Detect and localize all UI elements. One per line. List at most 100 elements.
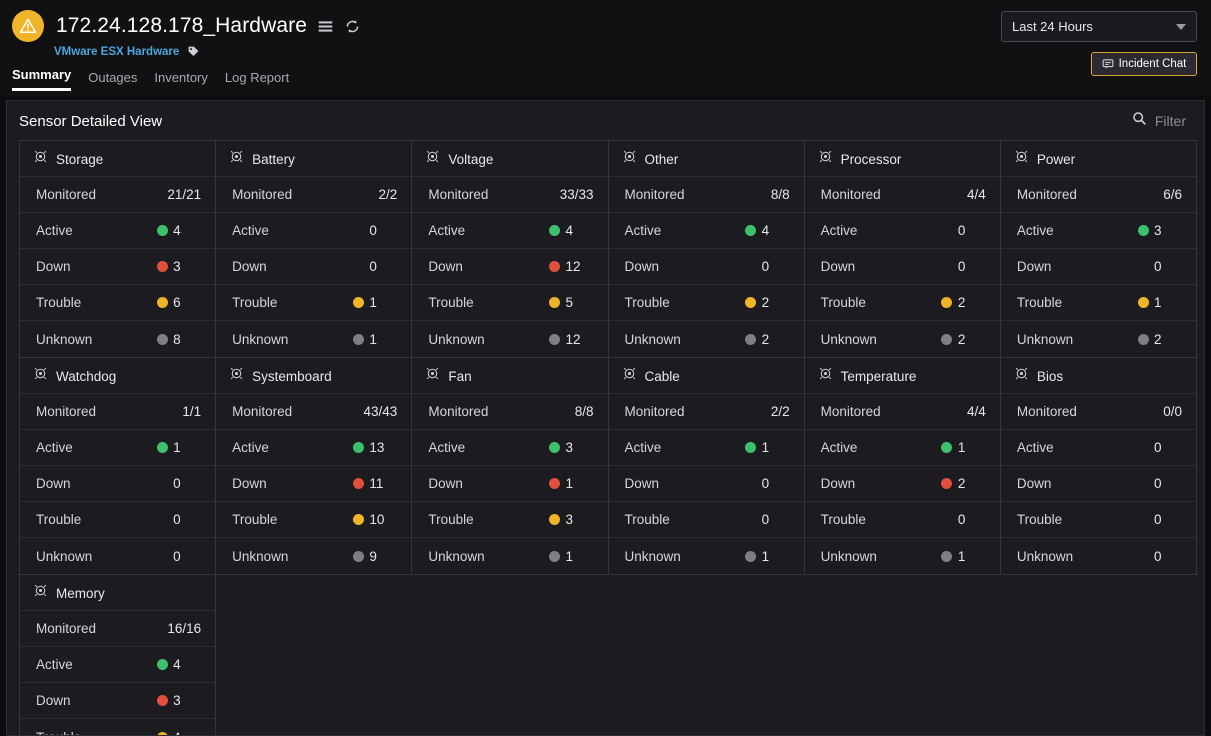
sensor-row-label: Trouble	[1017, 512, 1132, 527]
sensor-row-value: 4/4	[967, 187, 986, 202]
sensor-row-label: Monitored	[232, 404, 363, 419]
sensor-card-title: Cable	[645, 369, 680, 384]
sensor-card-fan[interactable]: Fan Monitored8/8Active3Down1Trouble3Unkn…	[412, 358, 608, 575]
sensor-icon	[230, 150, 243, 168]
sensor-card-title: Fan	[448, 369, 471, 384]
sensor-row-down: Down0	[20, 466, 215, 502]
sensor-row-value: 6	[173, 295, 181, 310]
sensor-row-value: 1	[958, 440, 966, 455]
refresh-icon[interactable]	[344, 18, 361, 35]
sensor-row-unknown: Unknown1	[412, 538, 607, 574]
sensor-row-value: 2	[1154, 332, 1162, 347]
sensor-card-power[interactable]: Power Monitored6/6Active3Down0Trouble1Un…	[1001, 141, 1197, 358]
sensor-row-value: 13	[369, 440, 384, 455]
sensor-row-down: Down1	[412, 466, 607, 502]
sensor-card-storage[interactable]: Storage Monitored21/21Active4Down3Troubl…	[20, 141, 216, 358]
filter-input[interactable]: Filter	[1132, 111, 1186, 131]
sensor-card-body: Monitored8/8Active3Down1Trouble3Unknown1	[412, 394, 607, 574]
sensor-card-memory[interactable]: Memory Monitored16/16Active4Down3Trouble…	[20, 575, 216, 736]
sensor-card-header: Cable	[609, 358, 804, 394]
tab-summary[interactable]: Summary	[12, 67, 71, 91]
sensor-row-value: 1	[762, 549, 770, 564]
sensor-row-monitored: Monitored2/2	[216, 177, 411, 213]
sensor-card-cable[interactable]: Cable Monitored2/2Active1Down0Trouble0Un…	[609, 358, 805, 575]
sensor-row-trouble: Trouble1	[216, 285, 411, 321]
status-dot-unknown	[1138, 334, 1149, 345]
incident-chat-button[interactable]: Incident Chat	[1091, 52, 1197, 76]
node-type-link[interactable]: VMware ESX Hardware	[54, 46, 179, 58]
status-dot-unknown	[745, 334, 756, 345]
status-dot-unknown	[941, 334, 952, 345]
sensor-row-value: 0	[369, 223, 377, 238]
sensor-row-label: Trouble	[1017, 295, 1132, 310]
status-dot-active	[353, 442, 364, 453]
sensor-row-value: 33/33	[560, 187, 594, 202]
status-dot-active	[549, 225, 560, 236]
sensor-row-active: Active0	[216, 213, 411, 249]
sensor-card-body: Monitored16/16Active4Down3Trouble4	[20, 611, 215, 736]
sensor-row-unknown: Unknown8	[20, 321, 215, 357]
sensor-card-title: Bios	[1037, 369, 1063, 384]
sensor-row-active: Active1	[20, 430, 215, 466]
sensor-row-value: 6/6	[1163, 187, 1182, 202]
status-dot-trouble	[157, 297, 168, 308]
sensor-card-battery[interactable]: Battery Monitored2/2Active0Down0Trouble1…	[216, 141, 412, 358]
sensor-card-systemboard[interactable]: Systemboard Monitored43/43Active13Down11…	[216, 358, 412, 575]
sensor-card-watchdog[interactable]: Watchdog Monitored1/1Active1Down0Trouble…	[20, 358, 216, 575]
sensor-card-body: Monitored8/8Active4Down0Trouble2Unknown2	[609, 177, 804, 357]
sensor-row-trouble: Trouble0	[609, 502, 804, 538]
sensor-icon	[1015, 150, 1028, 168]
hamburger-menu-icon[interactable]	[317, 18, 334, 35]
sensor-row-label: Active	[232, 440, 347, 455]
sensor-row-label: Active	[36, 223, 151, 238]
tab-inventory[interactable]: Inventory	[154, 70, 207, 91]
sensor-row-active: Active3	[1001, 213, 1196, 249]
sensor-row-label: Unknown	[428, 549, 543, 564]
sensor-row-trouble: Trouble0	[805, 502, 1000, 538]
sensor-row-label: Unknown	[1017, 332, 1132, 347]
sensor-row-active: Active4	[20, 647, 215, 683]
status-dot-active	[157, 442, 168, 453]
sensor-row-unknown: Unknown9	[216, 538, 411, 574]
sensor-card-temperature[interactable]: Temperature Monitored4/4Active1Down2Trou…	[805, 358, 1001, 575]
sensor-icon	[34, 367, 47, 385]
sensor-row-monitored: Monitored2/2	[609, 394, 804, 430]
sensor-row-active: Active3	[412, 430, 607, 466]
sensor-row-trouble: Trouble3	[412, 502, 607, 538]
sensor-row-value: 16/16	[167, 621, 201, 636]
status-dot-active	[549, 442, 560, 453]
sensor-card-body: Monitored1/1Active1Down0Trouble0Unknown0	[20, 394, 215, 574]
sensor-row-label: Down	[1017, 259, 1132, 274]
sensor-card-other[interactable]: Other Monitored8/8Active4Down0Trouble2Un…	[609, 141, 805, 358]
tab-outages[interactable]: Outages	[88, 70, 137, 91]
sensor-row-value: 0	[1154, 549, 1162, 564]
sensor-row-label: Trouble	[36, 730, 151, 736]
filter-placeholder: Filter	[1155, 113, 1186, 129]
sensor-card-voltage[interactable]: Voltage Monitored33/33Active4Down12Troub…	[412, 141, 608, 358]
sensor-row-trouble: Trouble1	[1001, 285, 1196, 321]
panel-title: Sensor Detailed View	[19, 113, 162, 130]
sensor-row-value: 0	[762, 512, 770, 527]
tag-icon[interactable]	[187, 45, 200, 58]
sensor-row-value: 0	[1154, 476, 1162, 491]
sensor-row-value: 10	[369, 512, 384, 527]
sensor-row-label: Unknown	[1017, 549, 1132, 564]
sensor-row-value: 2/2	[379, 187, 398, 202]
sensor-card-body: Monitored4/4Active0Down0Trouble2Unknown2	[805, 177, 1000, 357]
sensor-row-label: Active	[1017, 223, 1132, 238]
status-dot-trouble	[353, 297, 364, 308]
sensor-row-value: 4	[762, 223, 770, 238]
sensor-row-value: 0	[958, 223, 966, 238]
sensor-row-value: 1	[958, 549, 966, 564]
status-dot-active	[745, 442, 756, 453]
sensor-card-header: Voltage	[412, 141, 607, 177]
sensor-row-label: Down	[428, 259, 543, 274]
sensor-row-down: Down3	[20, 249, 215, 285]
sensor-card-processor[interactable]: Processor Monitored4/4Active0Down0Troubl…	[805, 141, 1001, 358]
sensor-row-label: Trouble	[232, 295, 347, 310]
time-range-select[interactable]: Last 24 Hours	[1001, 11, 1197, 42]
tab-log-report[interactable]: Log Report	[225, 70, 289, 91]
status-dot-active	[941, 442, 952, 453]
sensor-row-unknown: Unknown0	[20, 538, 215, 574]
sensor-card-bios[interactable]: Bios Monitored0/0Active0Down0Trouble0Unk…	[1001, 358, 1197, 575]
